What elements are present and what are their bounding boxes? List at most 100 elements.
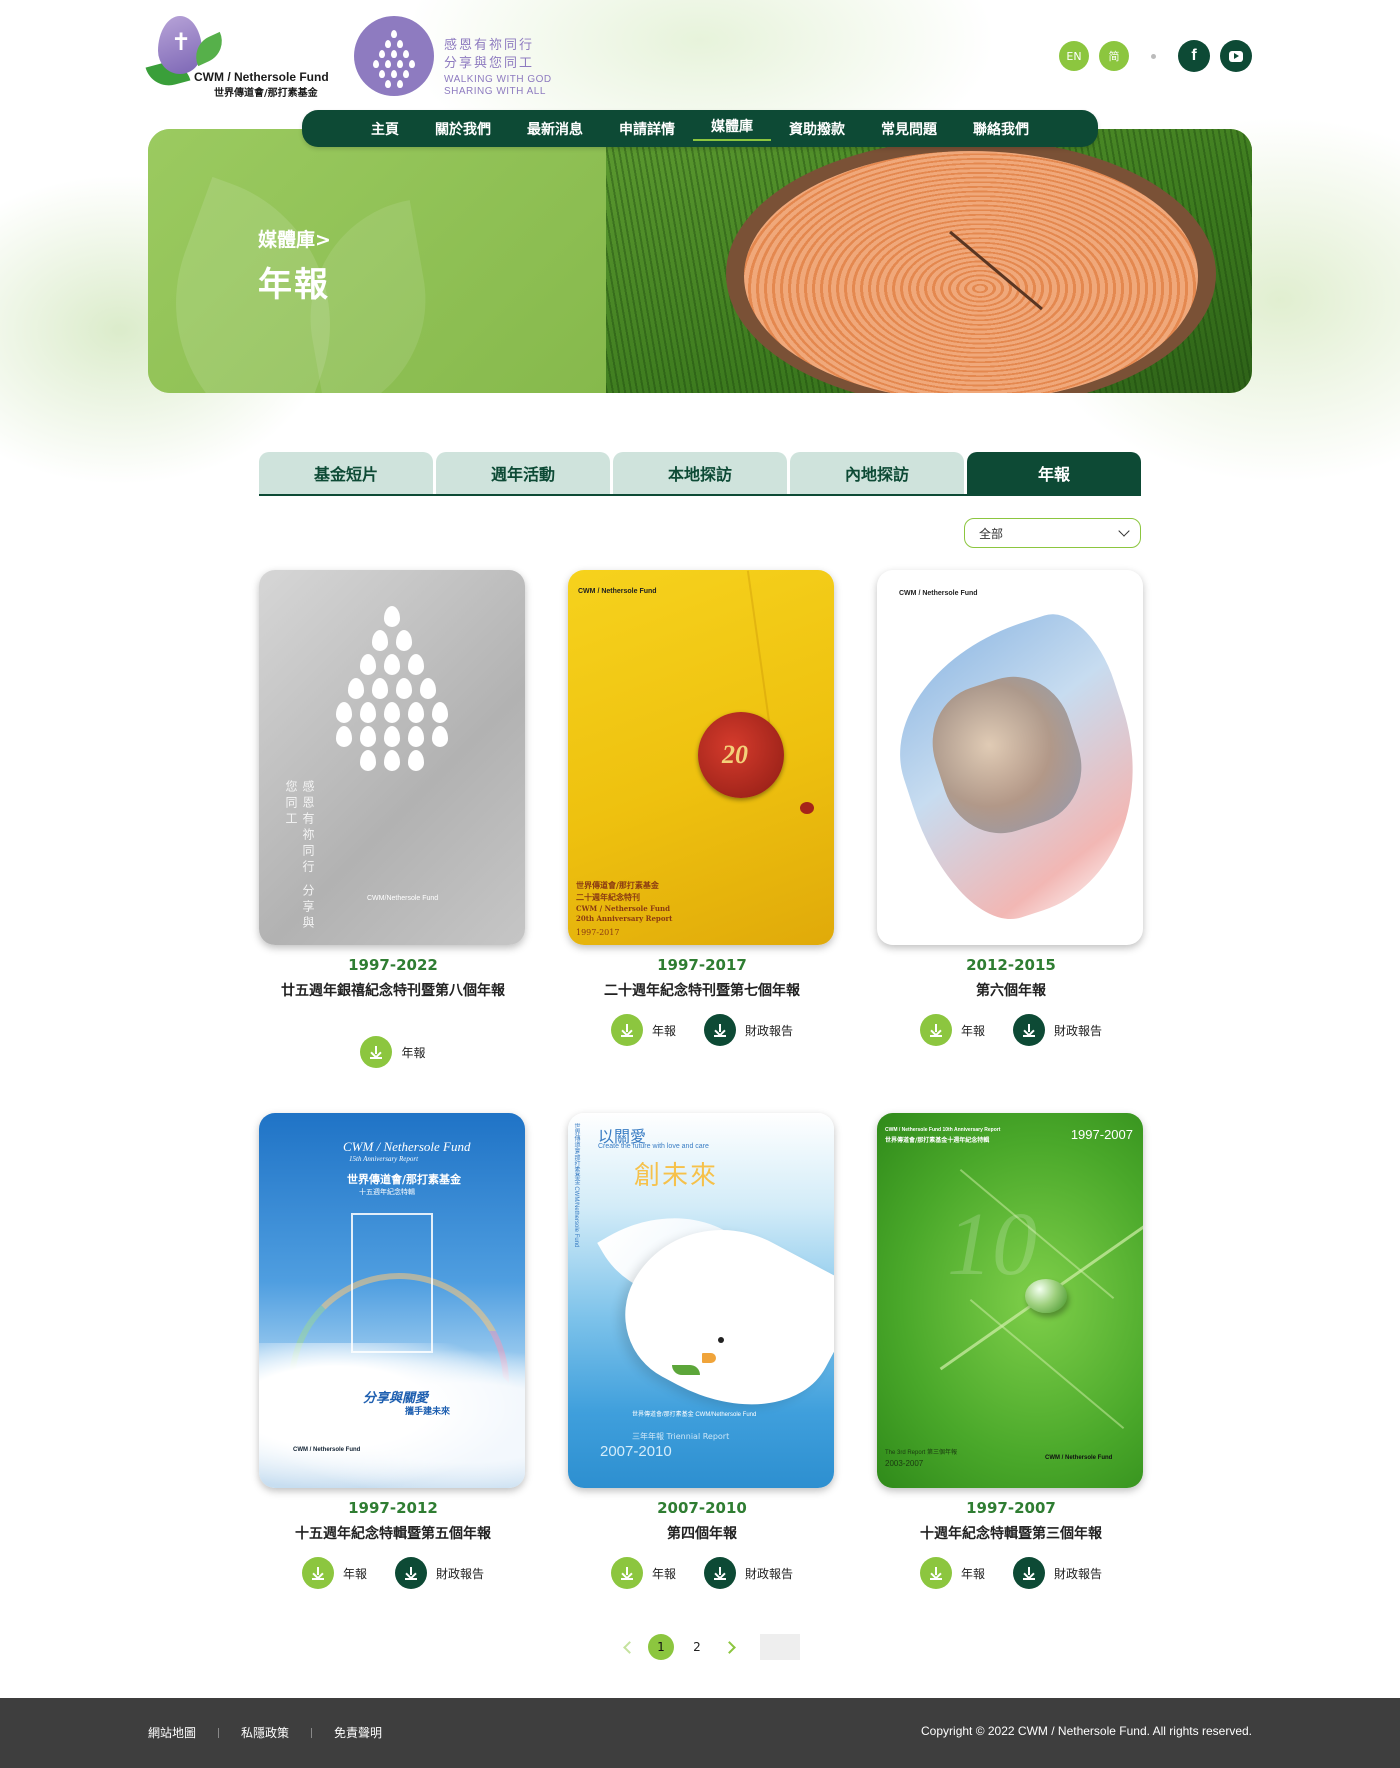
download-report-button[interactable]: 年報: [919, 1557, 985, 1589]
cover-logo-text: CWM / Nethersole Fund: [899, 590, 978, 597]
nav-item-home[interactable]: 主頁: [353, 119, 417, 139]
download-financial-button[interactable]: 財政報告: [1013, 1557, 1102, 1589]
cover-text: 1997-2017: [576, 928, 620, 937]
header-actions: EN 简 f: [1059, 40, 1252, 72]
download-icon: [919, 1557, 952, 1589]
page: CWM / Nethersole Fund 世界傳道會/那打素基金 感恩有祢同行…: [0, 0, 1400, 1768]
cover-text: CWM / Nethersole Fund 10th Anniversary R…: [885, 1127, 1001, 1133]
download-label: 財政報告: [436, 1566, 485, 1581]
nav-item-media[interactable]: 媒體庫: [693, 116, 771, 141]
report-years: 1997-2017: [657, 956, 747, 974]
report-years: 1997-2012: [348, 1499, 438, 1517]
download-financial-button[interactable]: 財政報告: [704, 1014, 793, 1046]
chevron-left-icon[interactable]: [620, 1638, 638, 1656]
cover-text: The 3rd Report 第三個年報: [885, 1450, 958, 1456]
page-button-2[interactable]: 2: [684, 1634, 710, 1660]
report-years: 1997-2022: [348, 956, 438, 974]
download-icon: [610, 1014, 643, 1046]
olive-leaf-icon: [672, 1365, 700, 1375]
report-cover-image[interactable]: CWM / Nethersole Fund: [877, 570, 1143, 945]
download-label: 財政報告: [1054, 1566, 1103, 1581]
cover-text: 世界傳道會/那打素基金: [576, 880, 659, 890]
logo-cross-drop-icon: [158, 16, 202, 74]
nav-item-contact[interactable]: 聯絡我們: [955, 119, 1047, 139]
download-report-button[interactable]: 年報: [301, 1557, 367, 1589]
report-cover-image[interactable]: CWM / Nethersole Fund 20 世界傳道會/那打素基金 二十週…: [568, 570, 834, 945]
motto-en-1: WALKING WITH GOD: [444, 74, 552, 85]
report-years: 2012-2015: [966, 956, 1056, 974]
water-drops-emblem-icon: [354, 16, 434, 96]
report-years: 1997-2007: [966, 1499, 1056, 1517]
download-icon: [704, 1014, 736, 1046]
download-icon: [395, 1557, 427, 1589]
filter-selected-value: 全部: [979, 526, 1004, 541]
facebook-icon[interactable]: f: [1178, 40, 1210, 72]
download-label: 年報: [401, 1045, 426, 1060]
download-row: 年報 財政報告: [877, 1557, 1145, 1589]
download-label: 年報: [960, 1566, 985, 1581]
cover-text: 世界傳道會/那打素基金 CWM/Nethersole Fund: [632, 1412, 757, 1418]
report-cover-image[interactable]: 10 CWM / Nethersole Fund 10th Anniversar…: [877, 1113, 1143, 1488]
cover-text: 20th Anniversary Report: [576, 914, 673, 923]
youtube-icon[interactable]: [1220, 40, 1252, 72]
cover-text: 2003-2007: [885, 1459, 924, 1468]
lang-en-button[interactable]: EN: [1059, 41, 1089, 71]
tree-stump-image: [606, 129, 1252, 393]
footer-link-sitemap[interactable]: 網站地圖: [148, 1724, 196, 1741]
report-cover-image[interactable]: 世界傳道會/那打素基金 CWM/Nethersole Fund 以關愛 Crea…: [568, 1113, 834, 1488]
nav-item-faq[interactable]: 常見問題: [863, 119, 955, 139]
download-report-button[interactable]: 年報: [360, 1036, 426, 1068]
cover-big-number: 10: [947, 1195, 1037, 1294]
tab-annual-reports[interactable]: 年報: [967, 452, 1141, 494]
download-report-button[interactable]: 年報: [610, 1557, 676, 1589]
download-report-button[interactable]: 年報: [610, 1014, 676, 1046]
cover-text: 攜手建未來: [405, 1407, 451, 1417]
page-title: 年報: [258, 265, 330, 305]
lang-sc-button[interactable]: 简: [1099, 41, 1129, 71]
tab-mainland-visits[interactable]: 內地探訪: [790, 452, 964, 494]
divider: [311, 1727, 313, 1738]
download-row: 年報 財政報告: [568, 1014, 836, 1046]
logo-text-en: CWM / Nethersole Fund: [194, 70, 329, 84]
download-icon: [704, 1557, 736, 1589]
motto-en-2: SHARING WITH ALL: [444, 86, 546, 97]
cwm-logo[interactable]: CWM / Nethersole Fund 世界傳道會/那打素基金: [145, 16, 334, 99]
nav-item-grants[interactable]: 資助撥款: [771, 119, 863, 139]
report-title: 十五週年紀念特輯暨第五個年報: [295, 1526, 491, 1542]
report-cover-image[interactable]: 感恩有祢同行 分享與您同工 CWM/Nethersole Fund: [259, 570, 525, 945]
nav-item-news[interactable]: 最新消息: [509, 119, 601, 139]
nav-item-apply[interactable]: 申請詳情: [601, 119, 693, 139]
download-financial-button[interactable]: 財政報告: [395, 1557, 484, 1589]
chevron-right-icon[interactable]: [720, 1638, 738, 1656]
tab-fund-videos[interactable]: 基金短片: [259, 452, 433, 494]
tab-local-visits[interactable]: 本地探訪: [613, 452, 787, 494]
report-title: 二十週年紀念特刊暨第七個年報: [604, 983, 800, 999]
page-button-1[interactable]: 1: [648, 1634, 674, 1660]
cover-text: Create the future with love and care: [598, 1143, 709, 1150]
download-financial-button[interactable]: 財政報告: [1013, 1014, 1102, 1046]
cover-text: CWM / Nethersole Fund: [576, 904, 671, 913]
year-filter-select[interactable]: 全部: [964, 518, 1141, 548]
light-frame: [351, 1213, 433, 1353]
report-cover-image[interactable]: CWM / Nethersole Fund 15th Anniversary R…: [259, 1113, 525, 1488]
breadcrumb[interactable]: 媒體庫>: [258, 225, 331, 252]
report-years: 2007-2010: [657, 1499, 747, 1517]
seal-number: 20: [722, 740, 748, 769]
download-icon: [1013, 1014, 1045, 1046]
download-row: 年報 財政報告: [877, 1014, 1145, 1046]
download-financial-button[interactable]: 財政報告: [704, 1557, 793, 1589]
report-title: 第六個年報: [976, 983, 1046, 999]
chevron-down-icon: [1118, 525, 1130, 537]
cover-logo-text: CWM/Nethersole Fund: [367, 895, 439, 902]
download-icon: [301, 1557, 334, 1589]
nav-item-about[interactable]: 關於我們: [417, 119, 509, 139]
download-report-button[interactable]: 年報: [919, 1014, 985, 1046]
tab-anniversary-events[interactable]: 週年活動: [436, 452, 610, 494]
footer-link-disclaimer[interactable]: 免責聲明: [334, 1724, 382, 1741]
download-label: 年報: [651, 1566, 676, 1581]
page-jump-box[interactable]: [760, 1634, 800, 1660]
cover-text: 創未來: [634, 1161, 719, 1191]
footer-link-privacy[interactable]: 私隱政策: [241, 1724, 289, 1741]
media-tabs: 基金短片 週年活動 本地探訪 內地探訪 年報: [259, 452, 1141, 496]
report-title: 第四個年報: [667, 1526, 737, 1542]
